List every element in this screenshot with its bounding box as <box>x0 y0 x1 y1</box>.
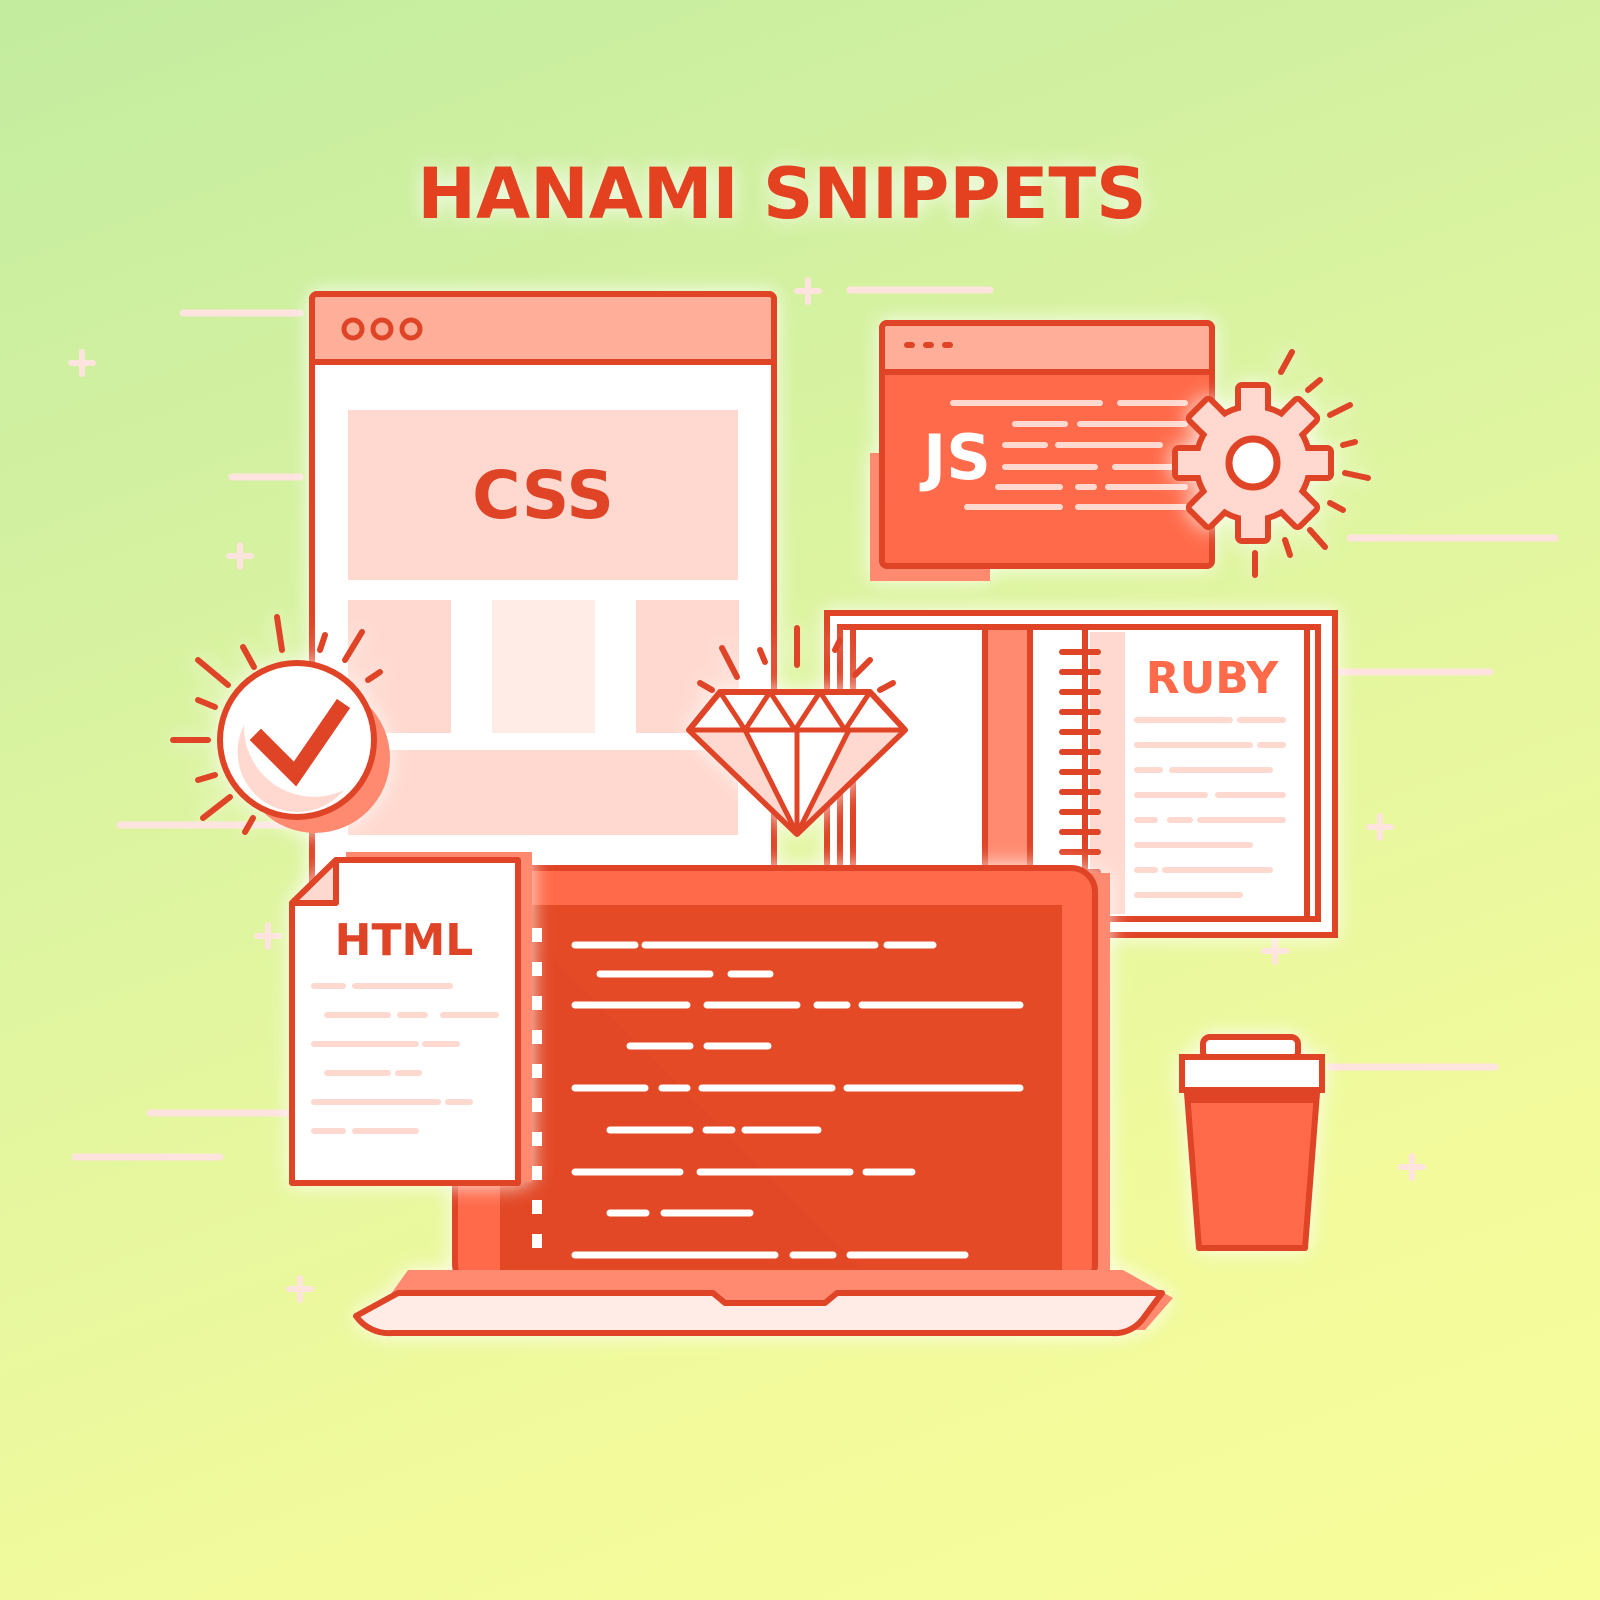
coffee-cup-icon <box>1179 1034 1325 1251</box>
css-label: CSS <box>472 457 614 534</box>
illustration: HANAMI SNIPPETS CSS JS RUBY HTML <box>68 153 1559 1337</box>
html-label: HTML <box>335 915 474 966</box>
browser-window-icon: CSS <box>309 291 777 927</box>
ruby-label: RUBY <box>1146 653 1280 704</box>
page-title: HANAMI SNIPPETS <box>417 153 1146 235</box>
js-window: JS <box>870 320 1215 581</box>
document-icon: HTML <box>289 852 532 1186</box>
js-label: JS <box>919 421 991 494</box>
